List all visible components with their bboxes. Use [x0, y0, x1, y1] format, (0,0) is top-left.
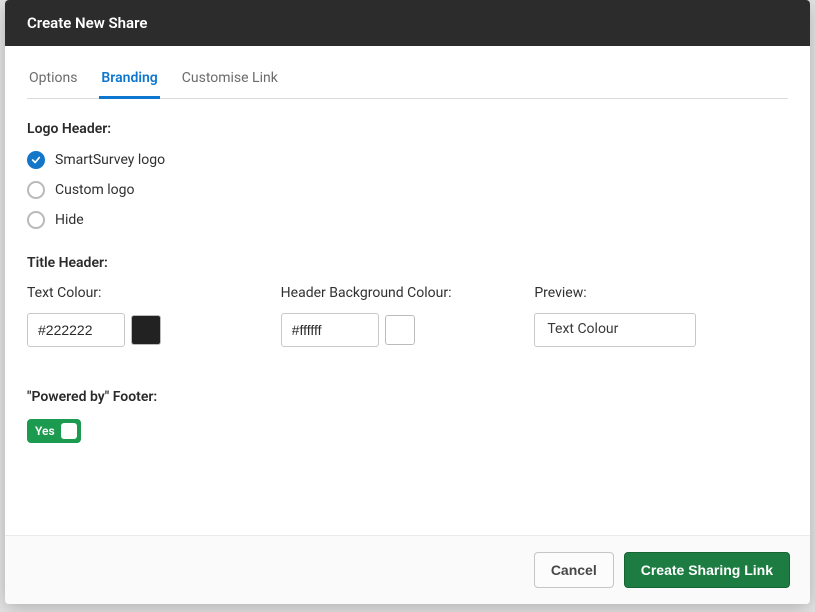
radio-icon: [27, 151, 45, 169]
modal-footer: Cancel Create Sharing Link: [5, 535, 810, 604]
title-header-row: Text Colour: Header Background Colour: P…: [27, 285, 788, 347]
radio-icon: [27, 181, 45, 199]
text-colour-swatch[interactable]: [131, 315, 161, 345]
toggle-text: Yes: [35, 424, 55, 438]
text-colour-label: Text Colour:: [27, 285, 281, 301]
radio-custom-logo[interactable]: Custom logo: [27, 181, 788, 199]
title-header-label: Title Header:: [27, 255, 788, 271]
radio-icon: [27, 211, 45, 229]
preview-field: Preview: Text Colour: [534, 285, 788, 347]
tabs: Options Branding Customise Link: [27, 64, 788, 99]
radio-label: SmartSurvey logo: [55, 152, 165, 168]
preview-label: Preview:: [534, 285, 788, 301]
modal-title: Create New Share: [5, 0, 810, 46]
preview-box: Text Colour: [534, 313, 696, 347]
radio-label: Hide: [55, 212, 84, 228]
modal-body: Options Branding Customise Link Logo Hea…: [5, 46, 810, 535]
tab-options[interactable]: Options: [27, 64, 79, 99]
logo-header-radio-group: SmartSurvey logo Custom logo Hide: [27, 151, 788, 229]
bg-colour-swatch[interactable]: [385, 315, 415, 345]
radio-label: Custom logo: [55, 182, 134, 198]
toggle-handle: [61, 423, 77, 439]
powered-by-label: "Powered by" Footer:: [27, 389, 788, 405]
radio-hide[interactable]: Hide: [27, 211, 788, 229]
radio-smartsurvey-logo[interactable]: SmartSurvey logo: [27, 151, 788, 169]
bg-colour-label: Header Background Colour:: [281, 285, 535, 301]
tab-branding[interactable]: Branding: [99, 64, 159, 99]
bg-colour-input[interactable]: [281, 313, 379, 347]
text-colour-field: Text Colour:: [27, 285, 281, 347]
powered-by-toggle[interactable]: Yes: [27, 419, 81, 443]
create-sharing-link-button[interactable]: Create Sharing Link: [624, 552, 790, 588]
text-colour-input[interactable]: [27, 313, 125, 347]
create-share-modal: Create New Share Options Branding Custom…: [5, 0, 810, 604]
tab-customise-link[interactable]: Customise Link: [180, 64, 280, 99]
cancel-button[interactable]: Cancel: [534, 552, 614, 588]
bg-colour-field: Header Background Colour:: [281, 285, 535, 347]
logo-header-label: Logo Header:: [27, 121, 788, 137]
